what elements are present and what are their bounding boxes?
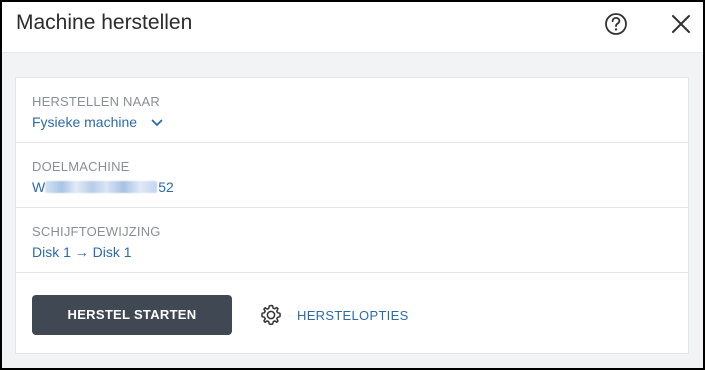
restore-machine-dialog: Machine herstellen HERSTELLEN NAAR Fysie… [0, 0, 705, 370]
target-machine-row: DOELMACHINE W 52 [16, 143, 688, 208]
dialog-title: Machine herstellen [16, 11, 193, 34]
restore-target-label: HERSTELLEN NAAR [32, 94, 160, 109]
target-machine-label: DOELMACHINE [32, 159, 130, 174]
target-machine-link[interactable]: W 52 [32, 179, 174, 195]
redacted-machine-name [45, 181, 158, 194]
disk-mapping-link[interactable]: Disk 1 → Disk 1 [32, 244, 132, 260]
restore-target-value: Fysieke machine [32, 114, 138, 130]
gear-icon [261, 304, 281, 325]
dialog-header: Machine herstellen [2, 2, 703, 53]
close-button[interactable] [667, 10, 695, 38]
restore-target-row: HERSTELLEN NAAR Fysieke machine [16, 78, 688, 143]
disk-mapping-label: SCHIJFTOEWIJZING [32, 224, 161, 239]
disk-mapping-row: SCHIJFTOEWIJZING Disk 1 → Disk 1 [16, 208, 688, 273]
help-button[interactable] [602, 10, 630, 38]
close-icon [672, 15, 690, 33]
start-restore-button[interactable]: HERSTEL STARTEN [32, 295, 232, 335]
restore-options-label: HERSTELOPTIES [297, 308, 409, 323]
restore-settings-panel: HERSTELLEN NAAR Fysieke machine DOELMACH… [15, 77, 689, 354]
restore-target-select[interactable]: Fysieke machine [32, 114, 163, 131]
help-circle-icon [605, 13, 627, 35]
target-machine-suffix: 52 [158, 179, 174, 195]
target-machine-prefix: W [32, 179, 46, 195]
chevron-down-icon [151, 114, 163, 130]
